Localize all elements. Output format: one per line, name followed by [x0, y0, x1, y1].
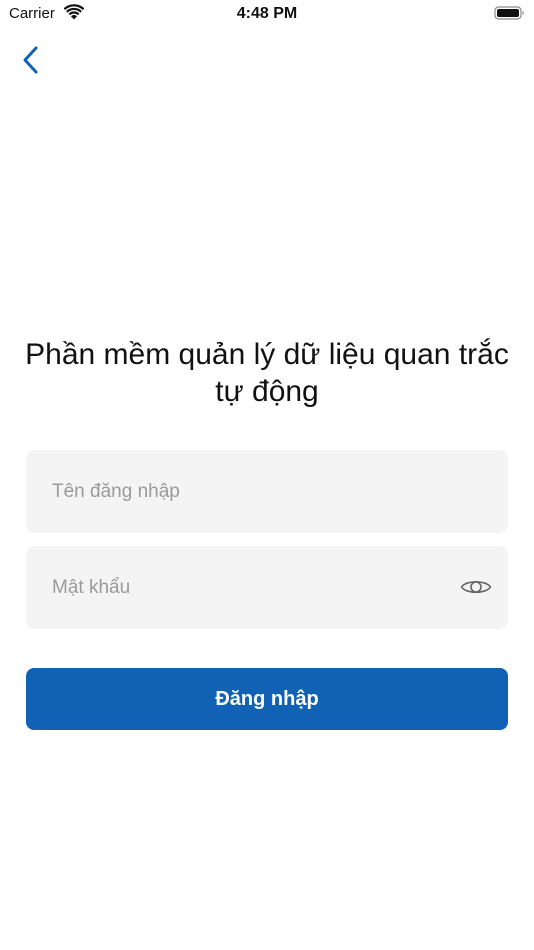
password-field[interactable] [26, 546, 508, 629]
eye-icon[interactable] [460, 573, 492, 601]
battery-icon [494, 5, 526, 21]
username-field[interactable] [26, 450, 508, 533]
back-button[interactable] [14, 44, 46, 80]
chevron-left-icon [21, 45, 39, 80]
login-screen: Carrier 4:48 PM Phần mềm quản lý dữ liệu… [0, 0, 534, 950]
username-input[interactable] [52, 450, 472, 533]
page-title: Phần mềm quản lý dữ liệu quan trắc tự độ… [25, 338, 509, 408]
status-bar: Carrier 4:48 PM [0, 0, 534, 28]
password-input[interactable] [52, 546, 472, 629]
status-time: 4:48 PM [236, 5, 298, 22]
login-button[interactable]: Đăng nhập [26, 668, 508, 730]
